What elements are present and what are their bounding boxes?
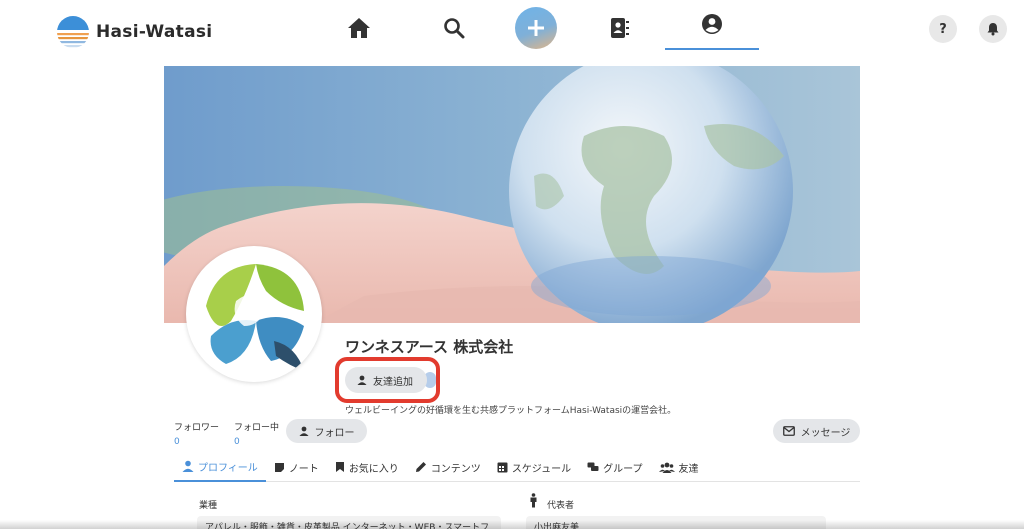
- followers-count: 0: [174, 437, 180, 447]
- chat-icon: [587, 462, 599, 471]
- search-icon: [444, 18, 465, 39]
- highlight-annotation: [335, 357, 440, 403]
- followers-label: フォロワー: [174, 423, 220, 433]
- user-circle-icon: [702, 14, 722, 34]
- following-label: フォロー中: [234, 423, 280, 433]
- home-icon: [348, 18, 370, 38]
- company-description: ウェルビーイングの好循環を生む共感プラットフォームHasi-Watasiの運営会…: [345, 406, 677, 416]
- top-nav-bar: Hasi-Watasi ?: [0, 0, 1024, 60]
- tab-profile-label: プロフィール: [198, 462, 258, 474]
- tab-groups[interactable]: グループ: [579, 452, 650, 482]
- company-avatar[interactable]: [186, 246, 322, 382]
- tab-groups-label: グループ: [603, 463, 643, 475]
- nav-home[interactable]: [312, 0, 406, 56]
- nav-create[interactable]: [489, 0, 583, 56]
- tab-contents-label: コンテンツ: [430, 463, 481, 475]
- follow-button[interactable]: フォロー: [286, 419, 367, 443]
- contacts-icon: [611, 18, 629, 38]
- notifications-button[interactable]: [979, 15, 1007, 43]
- person-icon: [530, 493, 537, 508]
- help-label: ?: [939, 21, 947, 37]
- logo-icon: [57, 16, 89, 48]
- help-button[interactable]: ?: [929, 15, 957, 43]
- tab-friends-label: 友達: [678, 463, 699, 475]
- tab-contents[interactable]: コンテンツ: [407, 452, 489, 482]
- pencil-icon: [415, 462, 426, 472]
- profile-tabs: プロフィール ノート お気に入り コンテンツ スケジュール グループ 友達: [174, 452, 860, 482]
- user-icon: [182, 460, 194, 472]
- tab-notes[interactable]: ノート: [266, 452, 327, 482]
- company-name: ワンネスアース 株式会社: [345, 338, 514, 356]
- users-icon: [658, 462, 675, 473]
- plus-icon: [528, 20, 544, 36]
- message-label: メッセージ: [800, 427, 851, 439]
- message-button[interactable]: メッセージ: [773, 419, 860, 443]
- representative-label: 代表者: [547, 501, 575, 511]
- tab-profile[interactable]: プロフィール: [174, 452, 266, 482]
- following-count: 0: [234, 437, 240, 447]
- nav-profile[interactable]: [665, 0, 759, 50]
- envelope-icon: [782, 426, 795, 436]
- tab-schedule-label: スケジュール: [511, 463, 572, 475]
- tab-friends[interactable]: 友達: [651, 452, 707, 482]
- follow-label: フォロー: [314, 427, 355, 439]
- nav-search[interactable]: [407, 0, 501, 56]
- followers-stat[interactable]: フォロワー 0: [174, 420, 219, 447]
- note-icon: [274, 462, 284, 472]
- calendar-icon: [497, 462, 508, 473]
- company-logo-image: [192, 252, 316, 376]
- nav-contacts[interactable]: [572, 0, 666, 56]
- tab-schedule[interactable]: スケジュール: [489, 452, 579, 482]
- tab-notes-label: ノート: [288, 463, 319, 475]
- following-stat[interactable]: フォロー中 0: [234, 420, 279, 447]
- tab-favorites-label: お気に入り: [348, 463, 399, 475]
- brand-name: Hasi-Watasi: [96, 22, 213, 42]
- tab-favorites[interactable]: お気に入り: [327, 452, 407, 482]
- logo[interactable]: Hasi-Watasi: [56, 15, 212, 49]
- industry-label: 業種: [199, 501, 218, 511]
- window-edge-shadow: [0, 520, 1024, 529]
- user-icon: [299, 426, 308, 436]
- create-button[interactable]: [515, 7, 557, 49]
- bell-icon: [987, 23, 999, 36]
- bookmark-icon: [335, 462, 344, 472]
